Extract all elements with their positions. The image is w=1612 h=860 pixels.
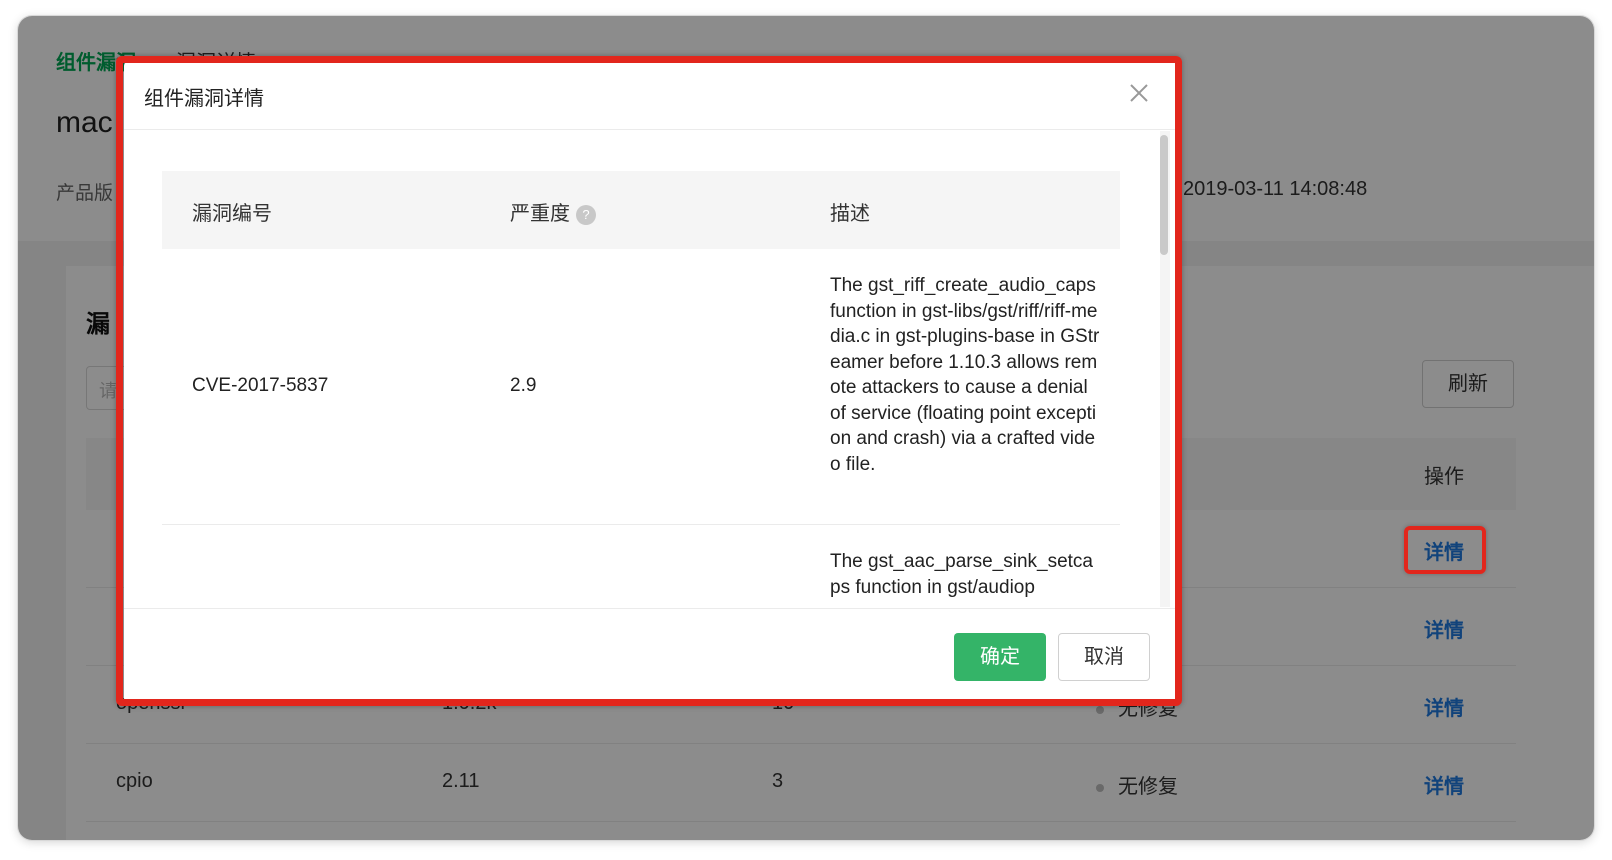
detail-highlight-annotation xyxy=(1404,526,1486,574)
screenshot-frame: 组件漏洞 漏洞详情 mac 产品版 2019-03-11 14:08:48 漏 … xyxy=(18,16,1594,840)
modal-highlight-annotation xyxy=(116,56,1182,706)
